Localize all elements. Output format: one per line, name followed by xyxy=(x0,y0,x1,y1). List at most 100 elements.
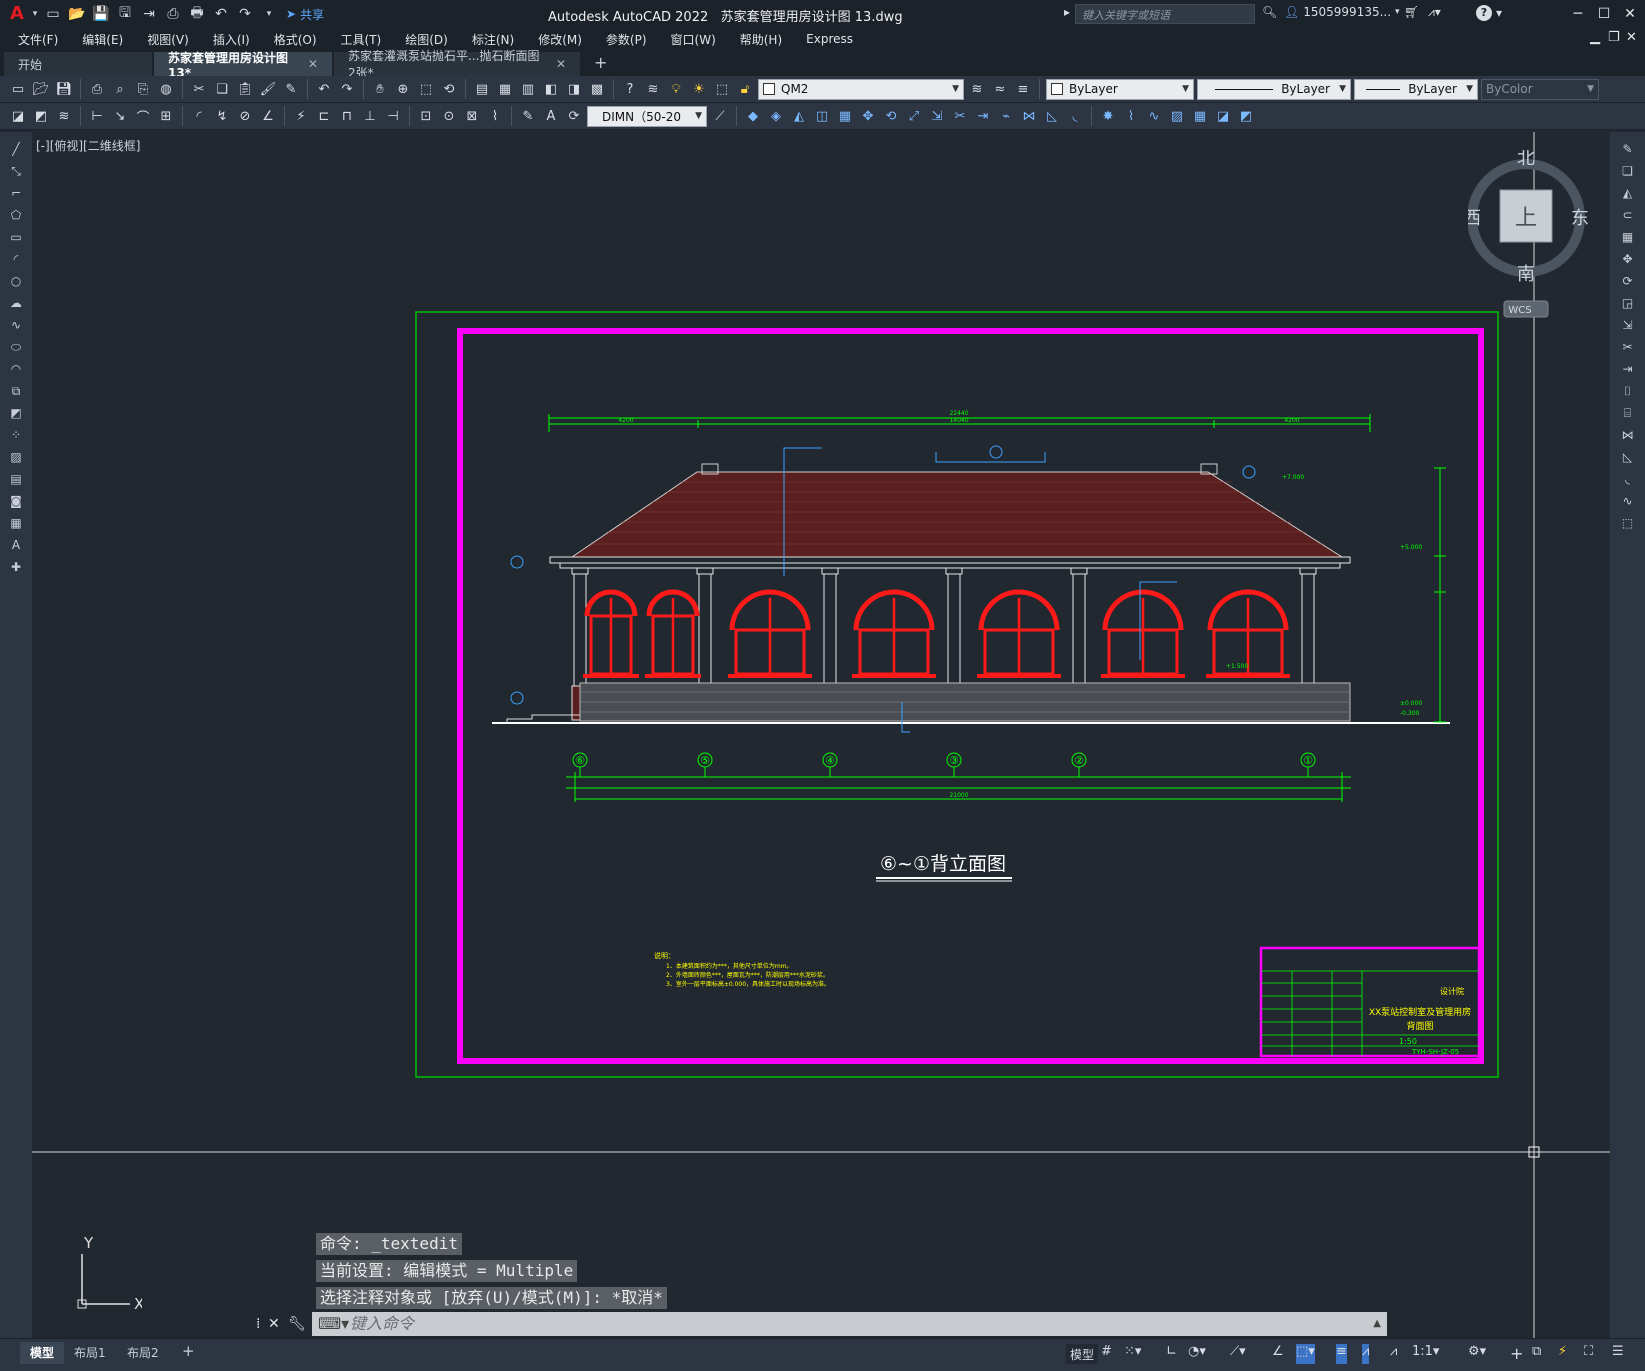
help-icon[interactable]: ? xyxy=(620,79,640,99)
move-icon[interactable]: ✥ xyxy=(1618,250,1638,268)
mirror-icon[interactable]: ◭ xyxy=(1618,184,1638,202)
add-icon[interactable]: + xyxy=(1510,1344,1523,1364)
scale-icon[interactable]: ⤢ xyxy=(904,106,924,126)
center-mark-icon[interactable]: ⊙ xyxy=(439,106,459,126)
offset-icon[interactable]: ◫ xyxy=(812,106,832,126)
zoom-previous-icon[interactable]: ⟲ xyxy=(439,79,459,99)
dimension-text-edit-icon[interactable]: A xyxy=(541,106,561,126)
user-account-button[interactable]: 👤︎ 1505999135... ▾ xyxy=(1284,5,1400,19)
layer-on-icon[interactable]: 💡︎ xyxy=(666,79,686,99)
annotation-scale[interactable]: 1:1▾ xyxy=(1412,1344,1439,1364)
hatch-icon[interactable]: ▨ xyxy=(6,448,26,466)
break-at-point-icon[interactable]: ⌷ xyxy=(1618,382,1638,400)
color-dropdown[interactable]: ByLayer ▼ xyxy=(1046,78,1194,100)
rotate-icon[interactable]: ⟲ xyxy=(881,106,901,126)
new-icon[interactable]: ▭ xyxy=(8,79,28,99)
hardware-acceleration-icon[interactable]: ⚡︎ xyxy=(1558,1344,1567,1364)
clean-screen-icon[interactable]: ⛶ xyxy=(1584,1344,1593,1364)
layer-viewport-icon[interactable]: ⬚ xyxy=(712,79,732,99)
layer-dropdown[interactable]: QM2 ▼ xyxy=(758,78,964,100)
fillet-icon[interactable]: ◟ xyxy=(1065,106,1085,126)
dimstyle-dropdown[interactable]: DIMN（50-20 ▼ xyxy=(587,105,707,127)
layer-properties-icon[interactable]: ≋ xyxy=(643,79,663,99)
minimize-icon[interactable]: ─ xyxy=(1568,4,1588,24)
tab-drawing-2[interactable]: 苏家套灌溉泵站抛石平...抛石断面图 2张* ✕ xyxy=(334,49,580,80)
command-recent-icon[interactable]: ⌨︎▾ xyxy=(318,1312,349,1336)
object-snap-icon[interactable]: ⬚▾ xyxy=(1296,1344,1315,1364)
auto-scale-icon[interactable]: ⩘ xyxy=(1390,1344,1397,1364)
layer-states-icon[interactable]: ≡ xyxy=(1013,79,1033,99)
extend-icon[interactable]: ⇥ xyxy=(1618,360,1638,378)
layer-walk-icon[interactable]: ≋ xyxy=(54,106,74,126)
diameter-icon[interactable]: ⊘ xyxy=(235,106,255,126)
erase-icon[interactable]: ✎ xyxy=(1618,140,1638,158)
quick-dimension-icon[interactable]: ⚡︎ xyxy=(291,106,311,126)
close-icon[interactable]: ✕ xyxy=(1620,4,1640,24)
object-snap-tracking-icon[interactable]: ∠ xyxy=(1272,1344,1284,1364)
zoom-window-icon[interactable]: ⬚ xyxy=(416,79,436,99)
tolerance-icon[interactable]: ⊡ xyxy=(416,106,436,126)
revision-cloud-icon[interactable]: ☁ xyxy=(6,294,26,312)
paste-icon[interactable]: 📋︎ xyxy=(235,79,255,99)
sheet-set-icon[interactable]: ◧ xyxy=(541,79,561,99)
open-icon[interactable]: 📂︎ xyxy=(31,79,51,99)
command-expand-icon[interactable]: ▲ xyxy=(1373,1312,1381,1336)
extend-icon[interactable]: ⇥ xyxy=(973,106,993,126)
edit-polyline-icon[interactable]: ⌇ xyxy=(1121,106,1141,126)
tab-close-icon[interactable]: ✕ xyxy=(308,57,318,71)
dimension-style-icon[interactable]: ⟋ xyxy=(710,106,730,126)
continue-icon[interactable]: ⊓ xyxy=(337,106,357,126)
new-tab-icon[interactable]: + xyxy=(594,53,607,72)
dropdown-arrow-icon[interactable]: ▾ xyxy=(30,3,40,25)
multiline-text-icon[interactable]: A xyxy=(6,536,26,554)
arc-length-icon[interactable]: ⌒ xyxy=(133,106,153,126)
tool-palettes-icon[interactable]: ▥ xyxy=(518,79,538,99)
redo-icon[interactable]: ↷ xyxy=(337,79,357,99)
annotation-visibility-icon[interactable]: ⩘ xyxy=(1362,1344,1370,1364)
offset-icon[interactable]: ⊂ xyxy=(1618,206,1638,224)
design-center-icon[interactable]: ▦ xyxy=(495,79,515,99)
publish-icon[interactable]: ⎙ xyxy=(162,3,184,25)
blend-curves-icon[interactable]: ∿ xyxy=(1618,492,1638,510)
viewcube[interactable]: 上 北 南 东 西 WCS xyxy=(1463,148,1589,320)
help-button[interactable]: ? ▾ xyxy=(1476,5,1502,21)
point-icon[interactable]: ⁘ xyxy=(6,426,26,444)
plot-preview-icon[interactable]: ⌕ xyxy=(110,79,130,99)
explode-icon[interactable]: ⬚ xyxy=(1618,514,1638,532)
baseline-icon[interactable]: ⊏ xyxy=(314,106,334,126)
tab-start[interactable]: 开始 xyxy=(4,52,152,76)
layer-iso-icon[interactable]: ◪ xyxy=(8,106,28,126)
menu-item[interactable]: 绘图(D) xyxy=(405,31,448,48)
properties-icon[interactable]: ▤ xyxy=(472,79,492,99)
chamfer-icon[interactable]: ◺ xyxy=(1618,448,1638,466)
array-icon[interactable]: ▦ xyxy=(835,106,855,126)
ortho-icon[interactable]: ∟ xyxy=(1166,1344,1177,1364)
open-file-icon[interactable]: 📂 xyxy=(66,3,88,25)
edit-block-icon[interactable]: ◩ xyxy=(1236,106,1256,126)
snap-icon[interactable]: ⁙▾ xyxy=(1124,1344,1141,1364)
search-icon[interactable]: 🔍︎ xyxy=(1262,5,1277,19)
menu-item[interactable]: 视图(V) xyxy=(147,31,189,48)
add-layout-icon[interactable]: + xyxy=(172,1342,205,1364)
undo-icon[interactable]: ↶ xyxy=(314,79,334,99)
trim-icon[interactable]: ✂ xyxy=(1618,338,1638,356)
edit-attribute-icon[interactable]: ◪ xyxy=(1213,106,1233,126)
copy-icon[interactable]: ❏ xyxy=(212,79,232,99)
match-properties-icon[interactable]: 🖌︎ xyxy=(258,79,278,99)
make-current-layer-icon[interactable]: ≋ xyxy=(967,79,987,99)
inspect-icon[interactable]: ⊠ xyxy=(462,106,482,126)
ellipse-arc-icon[interactable]: ◠ xyxy=(6,360,26,378)
table-icon[interactable]: ▦ xyxy=(6,514,26,532)
maximize-icon[interactable]: ☐ xyxy=(1594,4,1614,24)
layer-previous-icon[interactable]: ≈ xyxy=(990,79,1010,99)
save-icon[interactable]: 💾 xyxy=(90,3,112,25)
rotate-icon[interactable]: ⟳ xyxy=(1618,272,1638,290)
dimension-edit-icon[interactable]: ✎ xyxy=(518,106,538,126)
command-customize-icon[interactable]: 🔧︎ xyxy=(288,1316,306,1332)
block-editor-icon[interactable]: ✎ xyxy=(281,79,301,99)
doc-minimize-icon[interactable]: ▁ xyxy=(1590,30,1600,45)
lineweight-dropdown[interactable]: ByLayer ▼ xyxy=(1354,78,1478,100)
copy-object-icon[interactable]: ◈ xyxy=(766,106,786,126)
3d-print-icon[interactable]: ◍ xyxy=(156,79,176,99)
lineweight-display-icon[interactable]: ≡ xyxy=(1336,1344,1347,1364)
